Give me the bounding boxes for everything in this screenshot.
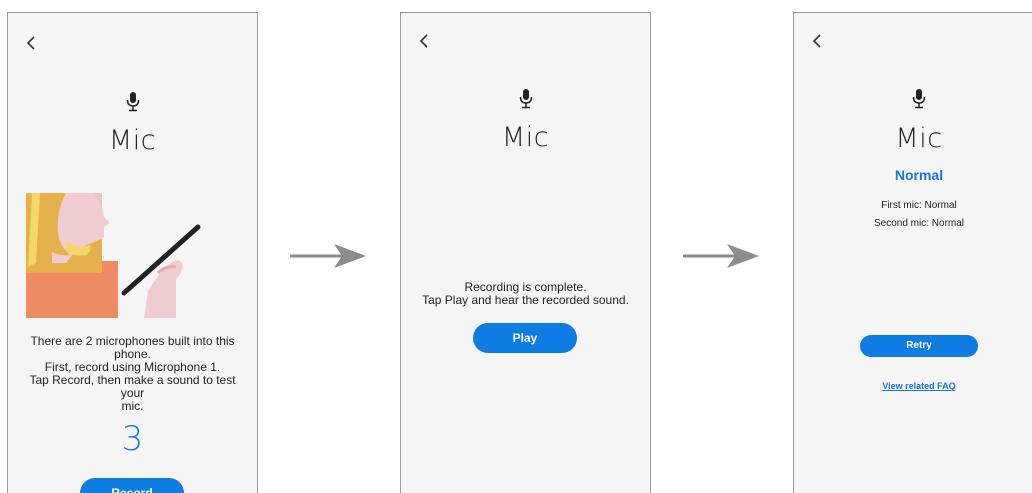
screen-record: Mic There are 2 microphones built into t… [7, 12, 258, 493]
back-icon[interactable] [417, 33, 431, 49]
microphone-icon [912, 89, 926, 109]
arrow-right-icon [290, 244, 366, 268]
person-recording-illustration [26, 193, 201, 318]
flow-diagram: Mic There are 2 microphones built into t… [0, 0, 1032, 493]
back-icon[interactable] [24, 35, 38, 51]
back-icon[interactable] [810, 33, 824, 49]
screen-playback: Mic Recording is complete. Tap Play and … [400, 12, 651, 493]
status-text: Normal [894, 167, 944, 183]
microphone-icon [519, 89, 533, 109]
record-button[interactable]: Record [80, 478, 184, 493]
arrow-right-icon [683, 244, 759, 268]
mic-results: First mic: Normal Second mic: Normal [873, 200, 965, 229]
recording-complete-text: Recording is complete. Tap Play and hear… [422, 280, 629, 307]
screen-result: Mic Normal First mic: Normal Second mic:… [793, 12, 1032, 493]
countdown-number: 3 [121, 419, 144, 459]
microphone-icon [126, 92, 140, 112]
instructions-text: There are 2 microphones built into this … [29, 334, 236, 413]
page-title: Mic [501, 122, 550, 153]
retry-button[interactable]: Retry [860, 335, 978, 357]
page-title: Mic [108, 125, 157, 156]
play-button[interactable]: Play [473, 323, 577, 353]
page-title: Mic [895, 123, 943, 154]
view-faq-link[interactable]: View related FAQ [794, 381, 1032, 391]
